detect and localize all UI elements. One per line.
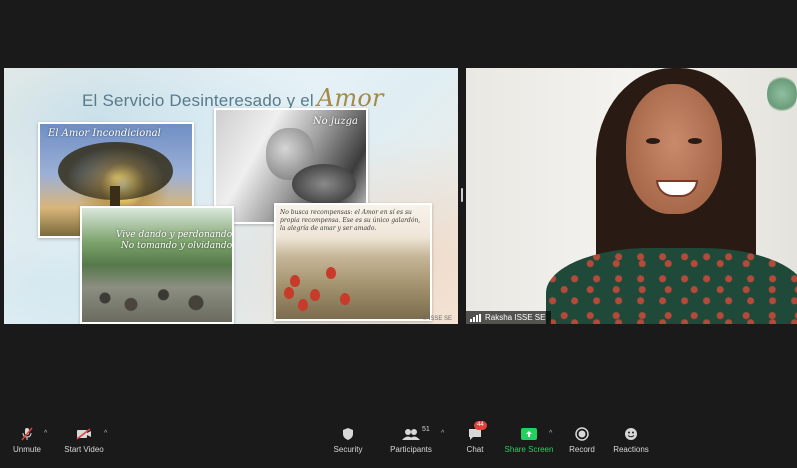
audio-options-caret[interactable]: ^ (44, 430, 47, 437)
split-divider-handle[interactable] (461, 188, 463, 202)
river-caption: Vive dando y perdonando No tomando y olv… (116, 230, 232, 252)
reactions-button[interactable]: Reactions (596, 427, 666, 454)
microphone-muted-icon (18, 427, 36, 441)
video-off-icon (75, 427, 93, 441)
participants-count: 51 (422, 426, 430, 433)
reactions-icon (622, 427, 640, 441)
chat-icon: 44 (466, 421, 487, 441)
video-options-caret[interactable]: ^ (104, 430, 107, 437)
meeting-toolbar: Unmute ^ Start Video ^ Security 51 Parti… (0, 421, 797, 468)
reactions-label: Reactions (613, 445, 649, 454)
participants-icon: 51 (402, 426, 430, 441)
chat-label: Chat (466, 445, 484, 454)
participant-name-tag: Raksha ISSE SE (466, 311, 552, 324)
flowers-caption: No busca recompensas: el Amor en sí es s… (280, 209, 421, 232)
participant-name: Raksha ISSE SE (485, 313, 546, 322)
river-photo: Vive dando y perdonando No tomando y olv… (80, 206, 234, 324)
unmute-label: Unmute (12, 445, 41, 454)
shared-screen: El Servicio Desinteresado y el Amor El Am… (4, 68, 458, 324)
participants-button[interactable]: 51 Participants (376, 426, 446, 454)
river-caption-line2: No tomando y olvidando (120, 241, 233, 251)
mother-caption: No juzga (312, 116, 358, 127)
river-caption-line1: Vive dando y perdonando (116, 230, 233, 240)
start-video-label: Start Video (64, 445, 104, 454)
tree-caption: El Amor Incondicional (48, 128, 161, 139)
start-video-button[interactable]: Start Video (49, 427, 119, 454)
shield-icon (339, 427, 357, 441)
participants-label: Participants (390, 445, 432, 454)
slide-copyright: © ISSE SE (422, 316, 452, 322)
participant-video-tile[interactable]: Raksha ISSE SE (466, 68, 797, 324)
share-screen-icon (520, 427, 538, 441)
flowers-photo: No busca recompensas: el Amor en sí es s… (274, 203, 432, 321)
record-label: Record (569, 445, 595, 454)
record-icon (573, 427, 591, 441)
security-label: Security (333, 445, 363, 454)
signal-bars-icon (470, 313, 481, 322)
chat-badge: 44 (474, 421, 487, 430)
security-button[interactable]: Security (313, 427, 383, 454)
